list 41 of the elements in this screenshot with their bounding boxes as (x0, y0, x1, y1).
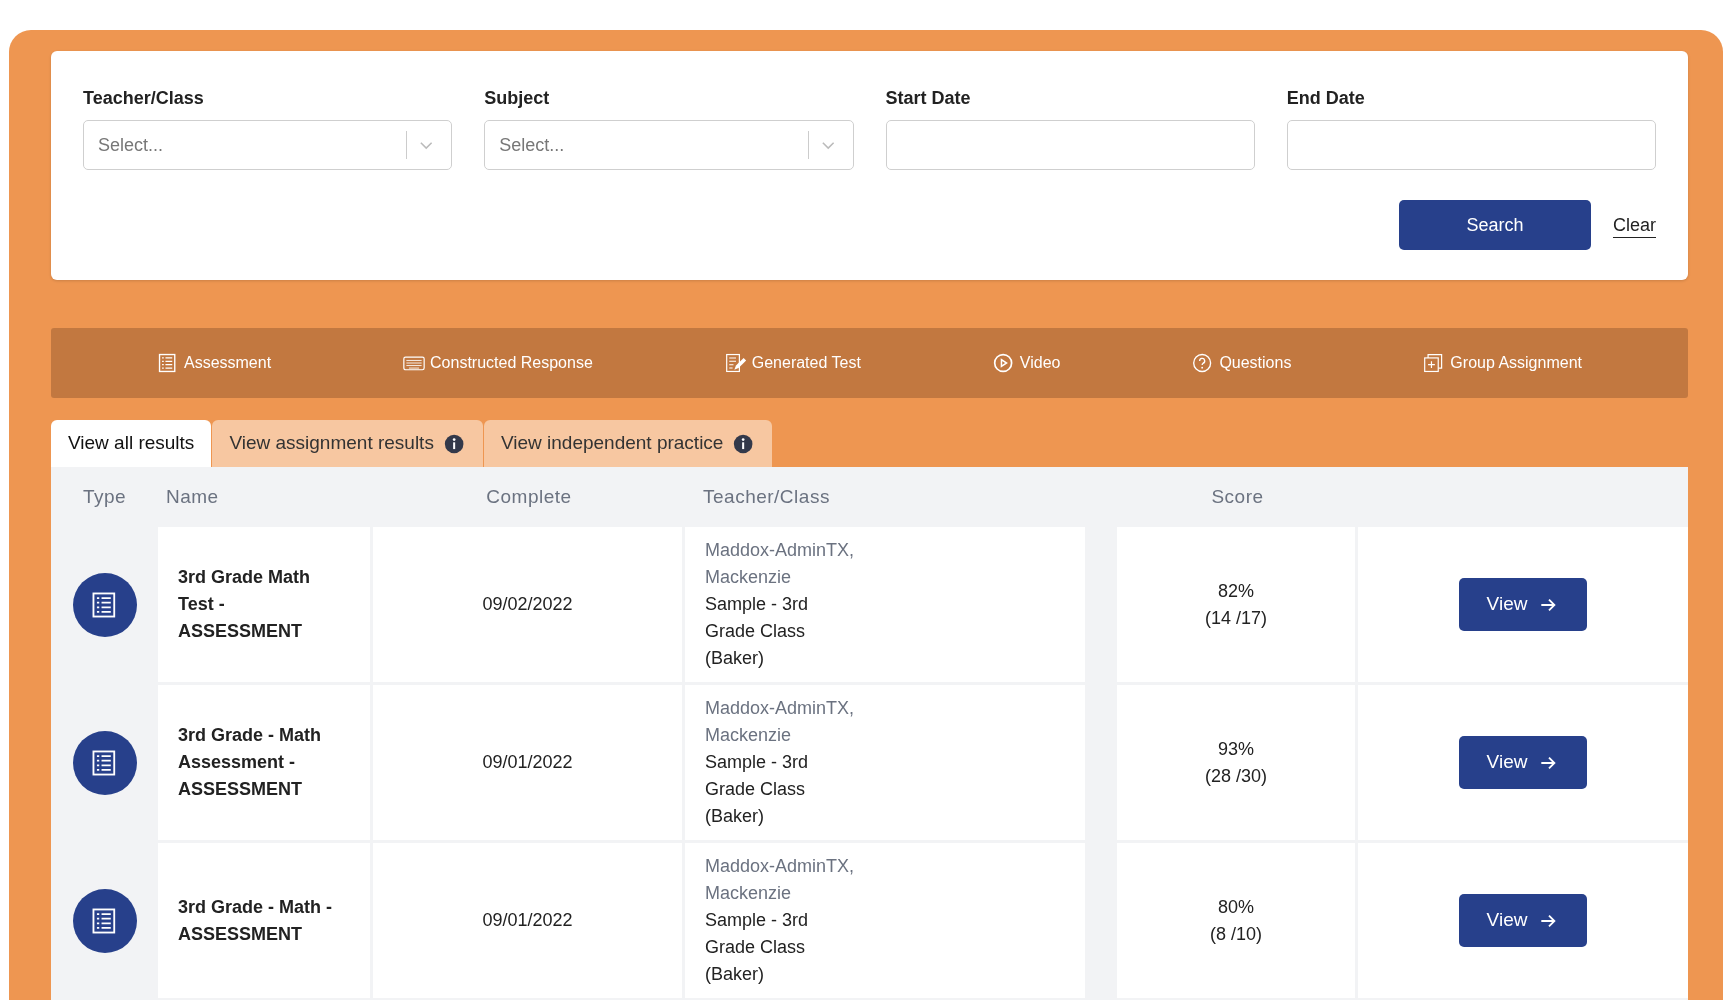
teacher-name: Maddox-AdminTX, Mackenzie (705, 697, 855, 747)
score-percent: 80% (1218, 895, 1254, 919)
select-field[interactable]: Select... (83, 120, 453, 170)
score-percent: 82% (1218, 579, 1254, 603)
date-field[interactable] (885, 120, 1255, 170)
class-name: Sample - 3rd Grade Class (Baker) (705, 909, 810, 986)
score-fraction: (8 /10) (1210, 922, 1262, 946)
completion-date: 09/01/2022 (482, 909, 573, 932)
column-header: Name (166, 484, 219, 509)
completion-date: 09/02/2022 (482, 593, 573, 616)
teacher-name: Maddox-AdminTX, Mackenzie (705, 855, 855, 905)
search-button[interactable]: Search (1399, 200, 1591, 250)
tab[interactable]: View assignment results (212, 420, 483, 467)
score-percent: 93% (1218, 737, 1254, 761)
class-name: Sample - 3rd Grade Class (Baker) (705, 751, 810, 828)
assignment-name: 3rd Grade Math Test - ASSESSMENT (178, 566, 312, 643)
field-label: Start Date (885, 87, 972, 110)
score-fraction: (14 /17) (1204, 606, 1267, 630)
completion-date: 09/01/2022 (482, 751, 573, 774)
field-label: Subject (484, 87, 551, 110)
column-header: Type (82, 484, 127, 509)
column-header: Score (1211, 484, 1264, 509)
tab[interactable]: View independent practice (483, 420, 773, 467)
assignment-name: 3rd Grade - Math Assessment - ASSESSMENT (178, 724, 323, 801)
clear-link[interactable]: Clear (1613, 211, 1656, 239)
view-button[interactable]: View (1459, 736, 1587, 789)
play-icon (992, 352, 1015, 374)
score-fraction: (28 /30) (1204, 764, 1267, 788)
assignment-name: 3rd Grade - Math - ASSESSMENT (178, 895, 334, 946)
tab[interactable]: View all results (51, 420, 212, 467)
class-name: Sample - 3rd Grade Class (Baker) (705, 593, 810, 670)
teacher-name: Maddox-AdminTX, Mackenzie (705, 539, 855, 589)
column-header: Teacher/Class (703, 484, 830, 509)
field-label: Teacher/Class (83, 87, 205, 110)
date-field[interactable] (1286, 120, 1656, 170)
field-label: End Date (1286, 87, 1366, 110)
column-header: Complete (486, 484, 572, 509)
select-field[interactable]: Select... (484, 120, 854, 170)
view-button[interactable]: View (1459, 894, 1587, 947)
view-button[interactable]: View (1459, 578, 1587, 631)
pencil-icon (724, 352, 747, 374)
